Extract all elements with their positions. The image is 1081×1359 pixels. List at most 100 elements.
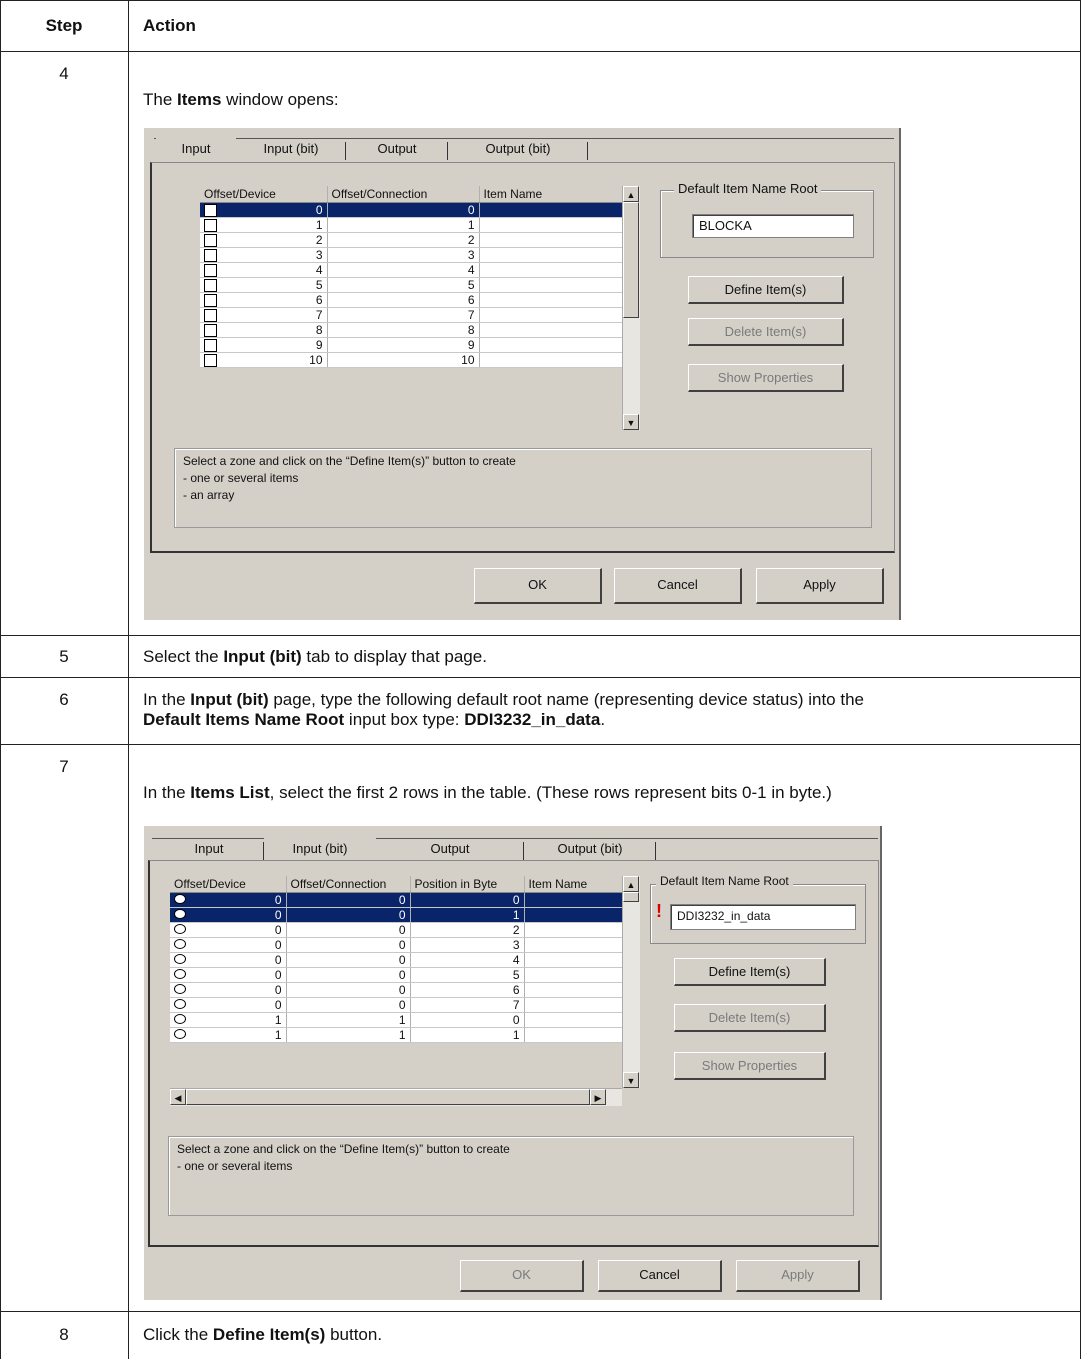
delete-items-button[interactable]: Delete Item(s) [674,1004,826,1032]
row-radio[interactable] [174,1029,186,1039]
col-offset-connection[interactable]: Offset/Connection [286,876,411,893]
row-radio[interactable] [174,1014,186,1024]
row-radio[interactable] [174,924,186,934]
row-radio[interactable] [174,969,186,979]
row-checkbox[interactable] [204,249,217,262]
apply-button[interactable]: Apply [736,1260,860,1292]
table-cell [524,952,623,968]
default-root-input[interactable]: DDI3232_in_data [670,904,856,930]
define-items-button[interactable]: Define Item(s) [688,276,844,304]
table-row[interactable]: 33 [200,247,623,263]
hint-box: Select a zone and click on the “Define I… [168,1136,854,1216]
tab-input[interactable]: Input [154,838,264,860]
table-row[interactable]: 007 [170,997,623,1013]
table-row[interactable]: 55 [200,277,623,293]
scroll-thumb[interactable] [623,202,639,318]
table-row[interactable]: 110 [170,1012,623,1028]
table-cell: 10 [200,352,328,368]
table-row[interactable]: 77 [200,307,623,323]
col-offset-device[interactable]: Offset/Device [170,876,287,893]
show-properties-button[interactable]: Show Properties [674,1052,826,1080]
hint-box: Select a zone and click on the “Define I… [174,448,872,528]
step-number-7: 7 [59,757,69,776]
horizontal-scrollbar[interactable]: ◀ ▶ [170,1088,622,1106]
items-grid[interactable]: Offset/Device Offset/Connection Item Nam… [200,186,623,368]
scroll-thumb-h[interactable] [186,1089,590,1105]
row-radio[interactable] [174,954,186,964]
tab-input-bit[interactable]: Input (bit) [236,138,346,160]
tab-output[interactable]: Output [346,138,448,160]
ok-button[interactable]: OK [474,568,602,604]
table-cell: 0 [286,967,411,983]
tab-input-bit[interactable]: Input (bit) [264,838,376,860]
row-checkbox[interactable] [204,279,217,292]
table-row[interactable]: 10 10 [200,352,623,368]
scroll-left-icon[interactable]: ◀ [170,1089,186,1105]
row-radio[interactable] [174,909,186,919]
table-row[interactable]: 00 [200,202,623,218]
row-checkbox[interactable] [204,264,217,277]
row-checkbox[interactable] [204,354,217,367]
table-row[interactable]: 66 [200,292,623,308]
table-cell [524,997,623,1013]
cancel-button[interactable]: Cancel [614,568,742,604]
row-checkbox[interactable] [204,234,217,247]
col-item-name[interactable]: Item Name [524,876,623,893]
show-properties-button[interactable]: Show Properties [688,364,844,392]
scroll-down-icon[interactable]: ▼ [623,1072,639,1088]
table-row[interactable]: 88 [200,322,623,338]
table-cell: 0 [170,907,287,923]
table-row[interactable]: 22 [200,232,623,248]
table-cell: 0 [170,937,287,953]
scroll-down-icon[interactable]: ▼ [623,414,639,430]
table-cell: 7 [200,307,328,323]
table-cell [479,352,623,368]
tab-input[interactable]: Input [156,138,236,160]
apply-button[interactable]: Apply [756,568,884,604]
vertical-scrollbar[interactable]: ▲ ▼ [622,876,640,1088]
items-dialog-input: Input Input (bit) Output Output (bit) Of… [144,128,901,620]
scroll-thumb[interactable] [623,892,639,902]
table-row[interactable]: 005 [170,967,623,983]
table-cell: 6 [327,292,480,308]
col-item-name[interactable]: Item Name [479,186,623,203]
row-radio[interactable] [174,984,186,994]
define-items-button[interactable]: Define Item(s) [674,958,826,986]
row-checkbox[interactable] [204,204,217,217]
table-row[interactable]: 002 [170,922,623,938]
row-checkbox[interactable] [204,294,217,307]
col-position-in-byte[interactable]: Position in Byte [410,876,525,893]
scroll-up-icon[interactable]: ▲ [623,186,639,202]
col-offset-connection[interactable]: Offset/Connection [327,186,480,203]
table-cell: 0 [286,982,411,998]
items-grid[interactable]: Offset/Device Offset/Connection Position… [170,876,623,1043]
row-checkbox[interactable] [204,339,217,352]
vertical-scrollbar[interactable]: ▲ ▼ [622,186,640,430]
tab-output[interactable]: Output [376,838,524,860]
table-cell: 4 [410,952,525,968]
row-checkbox[interactable] [204,309,217,322]
row-checkbox[interactable] [204,324,217,337]
table-row[interactable]: 99 [200,337,623,353]
scroll-up-icon[interactable]: ▲ [623,876,639,892]
table-row[interactable]: 11 [200,217,623,233]
row-radio[interactable] [174,894,186,904]
table-row[interactable]: 111 [170,1027,623,1043]
table-row[interactable]: 44 [200,262,623,278]
row-checkbox[interactable] [204,219,217,232]
cancel-button[interactable]: Cancel [598,1260,722,1292]
table-row[interactable]: 006 [170,982,623,998]
row-radio[interactable] [174,939,186,949]
tab-output-bit[interactable]: Output (bit) [524,838,656,860]
row-radio[interactable] [174,999,186,1009]
table-row[interactable]: 001 [170,907,623,923]
default-root-input[interactable]: BLOCKA [692,214,854,238]
ok-button[interactable]: OK [460,1260,584,1292]
table-row[interactable]: 004 [170,952,623,968]
table-row[interactable]: 003 [170,937,623,953]
col-offset-device[interactable]: Offset/Device [200,186,328,203]
table-row[interactable]: 000 [170,892,623,908]
delete-items-button[interactable]: Delete Item(s) [688,318,844,346]
tab-output-bit[interactable]: Output (bit) [448,138,588,160]
scroll-right-icon[interactable]: ▶ [590,1089,606,1105]
